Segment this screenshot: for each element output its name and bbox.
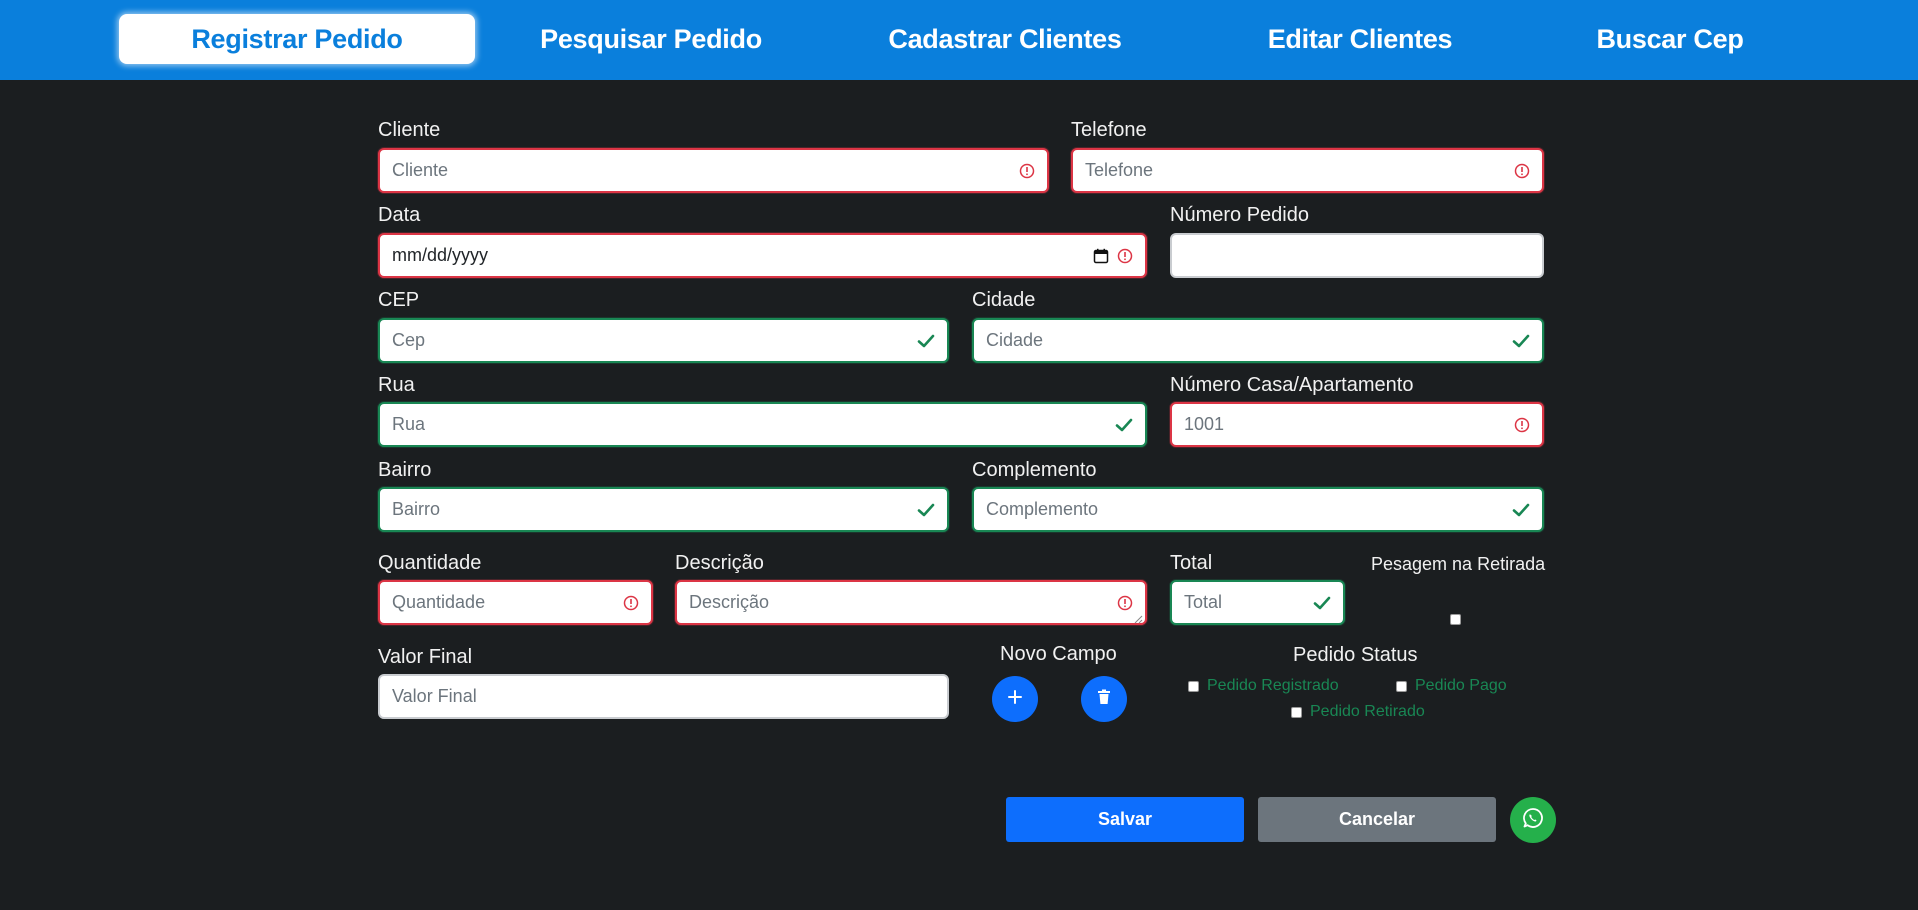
bairro-field[interactable] [378,487,949,532]
pedido-registrado-checkbox[interactable] [1188,681,1199,692]
check-icon [917,333,935,349]
cidade-label: Cidade [972,289,1036,311]
check-icon [1512,502,1530,518]
error-icon [1117,595,1133,611]
pedido-registrado-label: Pedido Registrado [1207,677,1339,694]
descricao-label: Descrição [675,552,764,574]
cep-label: CEP [378,289,420,311]
whatsapp-icon [1521,806,1545,835]
nav-tab-registrar-pedido[interactable]: Registrar Pedido [119,14,475,64]
calendar-icon[interactable] [1093,248,1109,264]
cep-field[interactable] [378,318,949,363]
data-input[interactable]: mm/dd/yyyy [392,245,1085,266]
save-button[interactable]: Salvar [1006,797,1244,842]
bairro-input[interactable] [392,489,909,530]
cidade-field[interactable] [972,318,1544,363]
check-icon [917,502,935,518]
pedido-status-title: Pedido Status [1293,644,1418,666]
nav-tab-editar-clientes[interactable]: Editar Clientes [1230,14,1490,64]
cliente-label: Cliente [378,119,441,141]
numero-casa-input[interactable] [1184,404,1506,445]
error-icon [623,595,639,611]
telefone-label: Telefone [1071,119,1147,141]
cidade-input[interactable] [986,320,1504,361]
plus-icon [1007,689,1023,710]
resize-handle-icon[interactable] [1133,611,1143,624]
novo-campo-label: Novo Campo [1000,643,1117,665]
trash-icon [1097,689,1111,710]
pesagem-label: Pesagem na Retirada [1371,554,1546,574]
pedido-pago-checkbox[interactable] [1396,681,1407,692]
telefone-input[interactable] [1085,150,1506,191]
remove-field-button[interactable] [1081,676,1127,722]
telefone-field[interactable] [1071,148,1544,193]
numero-casa-field[interactable] [1170,402,1544,447]
complemento-field[interactable] [972,487,1544,532]
add-field-button[interactable] [992,676,1038,722]
valor-final-field[interactable] [378,674,949,719]
error-icon [1514,163,1530,179]
top-navbar: Registrar Pedido Pesquisar Pedido Cadast… [0,0,1918,80]
bairro-label: Bairro [378,459,432,481]
descricao-input[interactable] [689,582,1109,623]
nav-tab-buscar-cep[interactable]: Buscar Cep [1560,14,1780,64]
error-icon [1117,248,1133,264]
cliente-input[interactable] [392,150,1011,191]
total-field[interactable] [1170,580,1345,625]
quantidade-field[interactable] [378,580,653,625]
quantidade-label: Quantidade [378,552,482,574]
cep-input[interactable] [392,320,909,361]
error-icon [1019,163,1035,179]
numero-pedido-label: Número Pedido [1170,204,1309,226]
complemento-label: Complemento [972,459,1097,481]
pedido-retirado-label: Pedido Retirado [1310,703,1425,720]
rua-label: Rua [378,374,415,396]
rua-input[interactable] [392,404,1107,445]
valor-final-input[interactable] [392,676,935,717]
quantidade-input[interactable] [392,582,615,623]
numero-pedido-field[interactable] [1170,233,1544,278]
rua-field[interactable] [378,402,1147,447]
pedido-pago-label: Pedido Pago [1415,677,1507,694]
nav-tab-cadastrar-clientes[interactable]: Cadastrar Clientes [860,14,1150,64]
whatsapp-button[interactable] [1510,797,1556,843]
pedido-retirado-checkbox[interactable] [1291,707,1302,718]
pesagem-checkbox[interactable] [1450,614,1461,625]
check-icon [1512,333,1530,349]
complemento-input[interactable] [986,489,1504,530]
valor-final-label: Valor Final [378,646,473,668]
check-icon [1115,417,1133,433]
data-field[interactable]: mm/dd/yyyy [378,233,1147,278]
check-icon [1313,595,1331,611]
numero-casa-label: Número Casa/Apartamento [1170,374,1414,396]
nav-tab-pesquisar-pedido[interactable]: Pesquisar Pedido [490,14,812,64]
data-label: Data [378,204,421,226]
descricao-field[interactable] [675,580,1147,625]
total-label: Total [1170,552,1213,574]
cancel-button[interactable]: Cancelar [1258,797,1496,842]
cliente-field[interactable] [378,148,1049,193]
error-icon [1514,417,1530,433]
total-input[interactable] [1184,582,1305,623]
numero-pedido-input[interactable] [1184,235,1530,276]
